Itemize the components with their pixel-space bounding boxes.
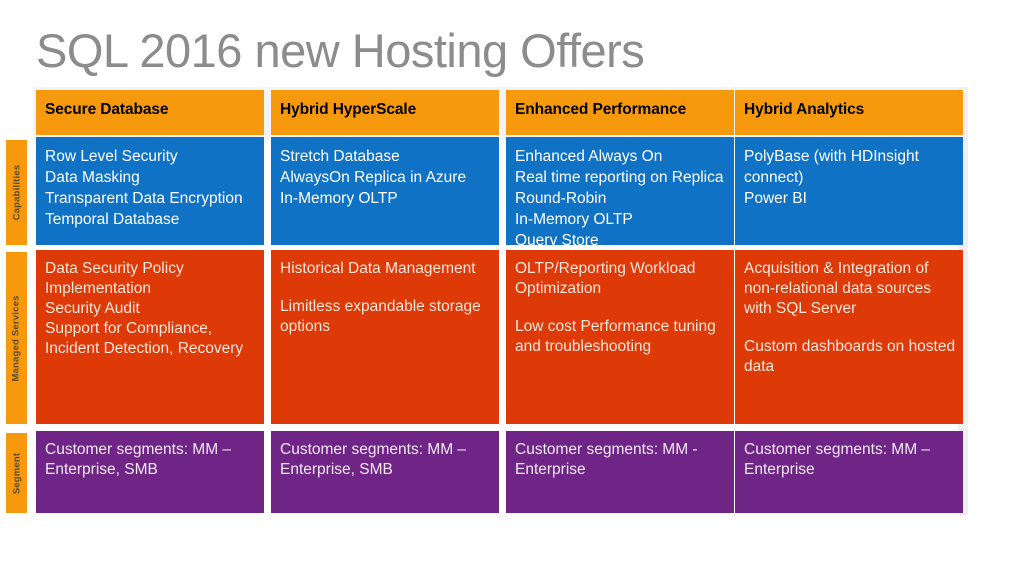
column-header-0: Secure Database — [36, 90, 264, 135]
cell-line: Historical Data Management — [280, 260, 476, 277]
cell-line: Data Security Policy Implementation — [45, 260, 184, 297]
row-label-segment-text: Segment — [11, 452, 22, 494]
column-header-0-text: Secure Database — [45, 101, 169, 118]
cell-line: In-Memory OLTP — [515, 211, 633, 228]
cell-line: PolyBase (with HDInsight connect) — [744, 148, 919, 186]
cell-line: AlwaysOn Replica in Azure — [280, 169, 467, 186]
row-label-capabilities: Capabilities — [6, 140, 27, 245]
cell-line: Security Audit — [45, 300, 140, 317]
managed-services-cell-3: Acquisition & Integration of non-relatio… — [735, 250, 963, 424]
managed-services-cell-0: Data Security Policy Implementation Secur… — [36, 250, 264, 424]
column-header-2-text: Enhanced Performance — [515, 101, 687, 118]
column-header-3: Hybrid Analytics — [735, 90, 963, 135]
segment-cell-3: Customer segments: MM – Enterprise — [735, 431, 963, 513]
capabilities-cell-2: Enhanced Always On Real time reporting on… — [506, 137, 734, 245]
segment-cell-2: Customer segments: MM - Enterprise — [506, 431, 734, 513]
row-label-managed-services-text: Managed Services — [11, 294, 23, 382]
capabilities-cell-3: PolyBase (with HDInsight connect) Power B… — [735, 137, 963, 245]
segment-cell-0: Customer segments: MM – Enterprise, SMB — [36, 431, 264, 513]
capabilities-cell-1: Stretch Database AlwaysOn Replica in Azur… — [271, 137, 499, 245]
cell-line: Support for Compliance, Incident Detecti… — [45, 320, 244, 357]
cell-line: Query Store — [515, 232, 599, 245]
segment-text-3: Customer segments: MM – Enterprise — [744, 441, 931, 478]
cell-line: Custom dashboards on hosted data — [744, 338, 956, 375]
row-label-managed-services: Managed Services — [6, 252, 27, 424]
cell-line: Transparent Data Encryption — [45, 190, 243, 207]
column-header-2: Enhanced Performance — [506, 90, 734, 135]
segment-text-1: Customer segments: MM – Enterprise, SMB — [280, 441, 467, 478]
row-label-capabilities-text: Capabilities — [11, 164, 23, 221]
cell-line: Real time reporting on Replica Round-Rob… — [515, 169, 724, 207]
column-header-1: Hybrid HyperScale — [271, 90, 499, 135]
capabilities-cell-0: Row Level Security Data Masking Transparen… — [36, 137, 264, 245]
cell-line: Data Masking — [45, 169, 140, 186]
cell-line: In-Memory OLTP — [280, 190, 398, 207]
cell-line: OLTP/Reporting Workload Optimization — [515, 260, 696, 297]
column-header-3-text: Hybrid Analytics — [744, 101, 865, 118]
cell-line: Temporal Database — [45, 211, 180, 228]
cell-line: Enhanced Always On — [515, 148, 663, 165]
offers-matrix: Capabilities Managed Services Segment Se… — [0, 0, 1024, 576]
segment-cell-1: Customer segments: MM – Enterprise, SMB — [271, 431, 499, 513]
cell-line: Stretch Database — [280, 148, 400, 165]
cell-line: Power BI — [744, 190, 807, 207]
cell-line: Acquisition & Integration of non-relatio… — [744, 260, 931, 317]
cell-line: Low cost Performance tuning and troubles… — [515, 318, 716, 355]
managed-services-cell-2: OLTP/Reporting Workload Optimization Low … — [506, 250, 734, 424]
column-header-1-text: Hybrid HyperScale — [280, 101, 417, 118]
cell-line: Limitless expandable storage options — [280, 298, 481, 335]
segment-text-2: Customer segments: MM - Enterprise — [515, 441, 698, 478]
segment-text-0: Customer segments: MM – Enterprise, SMB — [45, 441, 232, 478]
row-label-segment: Segment — [6, 433, 27, 513]
managed-services-cell-1: Historical Data Management Limitless expa… — [271, 250, 499, 424]
cell-line: Row Level Security — [45, 148, 178, 165]
